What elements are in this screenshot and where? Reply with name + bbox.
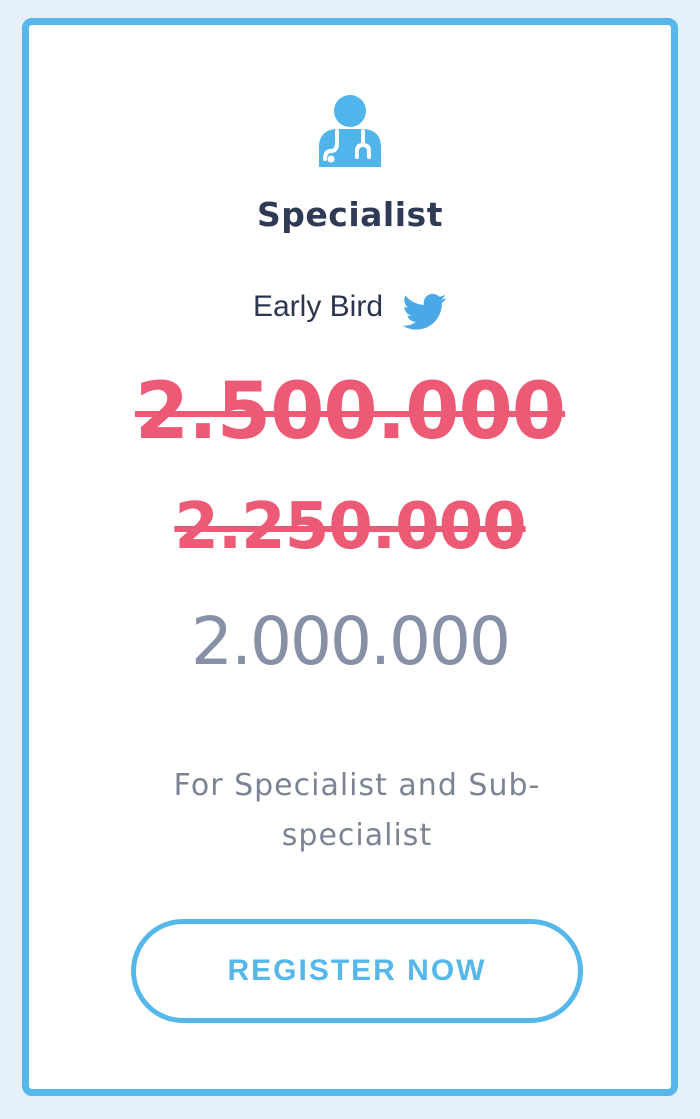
current-price: 2.000.000 <box>191 603 511 680</box>
original-price-struck: 2.500.000 <box>134 367 566 457</box>
plan-title: Specialist <box>257 195 443 234</box>
plan-description: For Specialist and Sub-specialist <box>173 768 541 853</box>
previous-price-struck: 2.250.000 <box>174 490 526 564</box>
twitter-bird-icon <box>403 283 447 331</box>
early-bird-row: Early Bird <box>29 283 671 331</box>
pricing-card: Specialist Early Bird 2.500.000 2.250.00… <box>22 18 678 1096</box>
register-now-button[interactable]: REGISTER NOW <box>131 919 583 1023</box>
early-bird-label: Early Bird <box>252 290 384 323</box>
doctor-stethoscope-icon <box>315 93 385 171</box>
